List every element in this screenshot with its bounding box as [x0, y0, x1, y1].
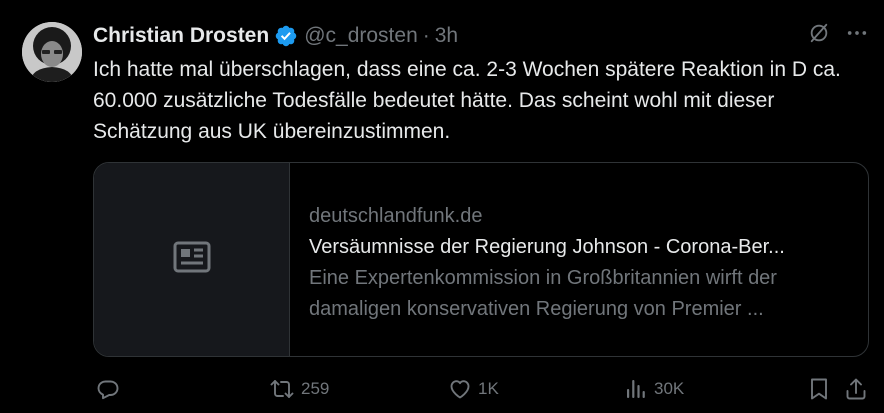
article-icon	[172, 237, 212, 282]
timestamp[interactable]: 3h	[435, 24, 458, 48]
verified-badge-icon	[274, 24, 298, 48]
analytics-icon	[624, 377, 648, 401]
tweet[interactable]: Christian Drosten @c_drosten · 3h Ich ha	[0, 0, 884, 413]
author-name[interactable]: Christian Drosten	[93, 24, 269, 48]
avatar[interactable]	[22, 22, 82, 82]
card-description: Eine Expertenkommission in Großbritannie…	[309, 267, 777, 320]
author-handle[interactable]: @c_drosten	[304, 24, 418, 48]
card-title: Versäumnisse der Regierung Johnson - Cor…	[309, 236, 785, 258]
tweet-text: Ich hatte mal überschlagen, dass eine ca…	[93, 58, 841, 143]
bookmark-icon	[808, 377, 830, 401]
retweet-count: 259	[301, 379, 330, 398]
link-card[interactable]: deutschlandfunk.de Versäumnisse der Regi…	[93, 162, 869, 357]
reply-button[interactable]	[96, 377, 126, 401]
share-icon	[844, 377, 868, 401]
more-options-icon[interactable]	[846, 22, 868, 44]
like-button[interactable]: 1K	[448, 377, 499, 401]
header-separator: ·	[422, 24, 430, 47]
action-bar: 259 1K 30K	[93, 373, 868, 405]
views-button[interactable]: 30K	[624, 377, 684, 401]
bookmark-button[interactable]	[808, 377, 830, 401]
grok-icon[interactable]	[808, 22, 830, 44]
card-domain: deutschlandfunk.de	[309, 205, 483, 227]
retweet-icon	[269, 377, 295, 401]
card-thumbnail[interactable]	[94, 163, 290, 356]
retweet-button[interactable]: 259	[269, 377, 329, 401]
heart-icon	[448, 377, 472, 401]
top-right-controls	[808, 22, 868, 44]
like-count: 1K	[478, 379, 499, 398]
avatar-image	[22, 22, 82, 82]
card-body[interactable]: deutschlandfunk.de Versäumnisse der Regi…	[290, 163, 868, 356]
views-count: 30K	[654, 379, 685, 398]
share-button[interactable]	[844, 377, 868, 401]
reply-icon	[96, 377, 120, 401]
tweet-header: Christian Drosten @c_drosten · 3h	[93, 22, 458, 50]
